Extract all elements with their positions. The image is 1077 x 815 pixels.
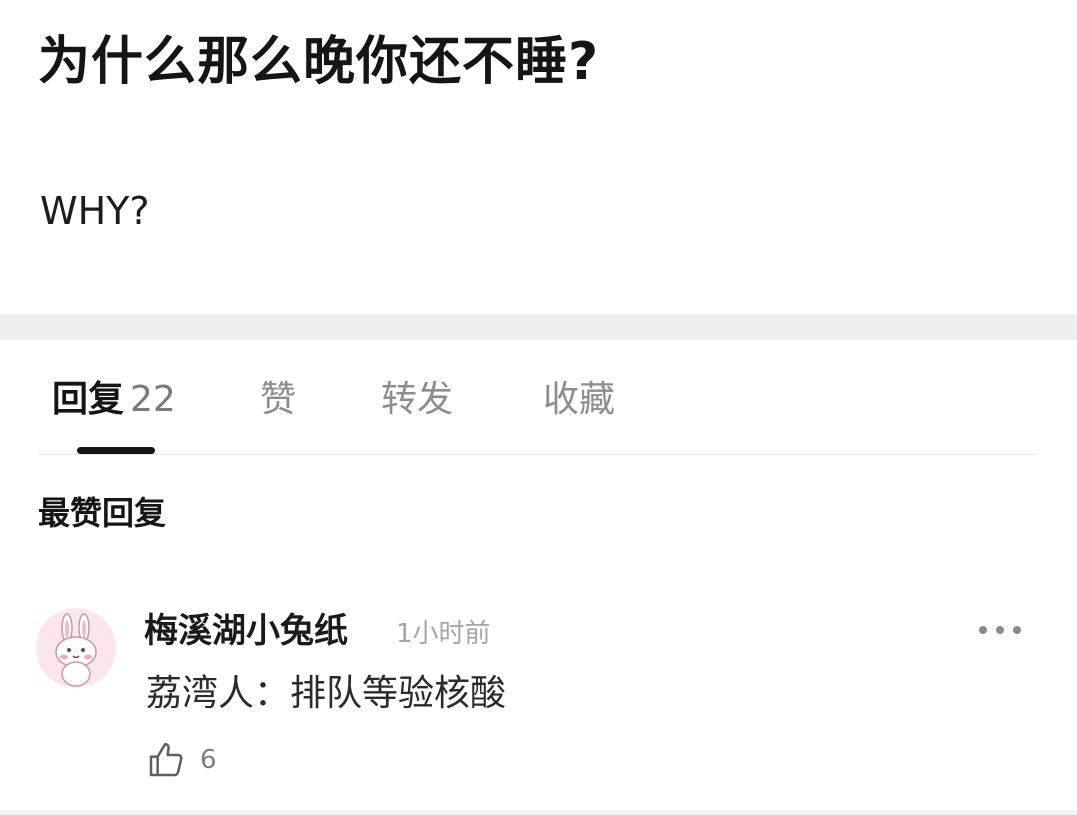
tab-likes[interactable]: 赞 [260, 372, 296, 428]
tab-forward[interactable]: 转发 [381, 372, 453, 428]
tab-bar-divider [38, 454, 1038, 455]
more-dot [979, 626, 987, 634]
active-tab-indicator [77, 447, 155, 454]
section-divider [0, 314, 1077, 340]
tab-collect[interactable]: 收藏 [543, 372, 615, 428]
comment-text: 荔湾人：排队等验核酸 [146, 673, 507, 714]
post-title: 为什么那么晚你还不睡? [38, 32, 600, 92]
comment-timestamp: 1小时前 [396, 619, 491, 649]
tab-bar: 回复 22 赞 转发 收藏 [0, 340, 1077, 456]
post-body: WHY? [40, 189, 150, 233]
pink-bunny-avatar-icon[interactable] [36, 608, 116, 688]
post-detail-page: 为什么那么晚你还不睡? WHY? 回复 22 赞 转发 收藏 最赞回复 梅溪湖小… [0, 0, 1077, 815]
tab-replies[interactable]: 回复 22 [52, 372, 176, 428]
comment-author-name[interactable]: 梅溪湖小兔纸 [144, 608, 348, 654]
comment-item: 梅溪湖小兔纸 1小时前 荔湾人：排队等验核酸 6 [0, 590, 1077, 815]
more-dot [1013, 626, 1021, 634]
bunny-avatar-graphic [55, 613, 97, 687]
more-dot [996, 626, 1004, 634]
like-count: 6 [200, 745, 217, 775]
tab-replies-count: 22 [130, 379, 176, 420]
more-options-icon[interactable] [975, 614, 1025, 644]
thumbs-up-icon [149, 742, 183, 777]
bottom-divider [0, 810, 1077, 815]
tab-replies-label: 回复 [52, 379, 125, 420]
top-replies-heading: 最赞回复 [38, 494, 167, 532]
